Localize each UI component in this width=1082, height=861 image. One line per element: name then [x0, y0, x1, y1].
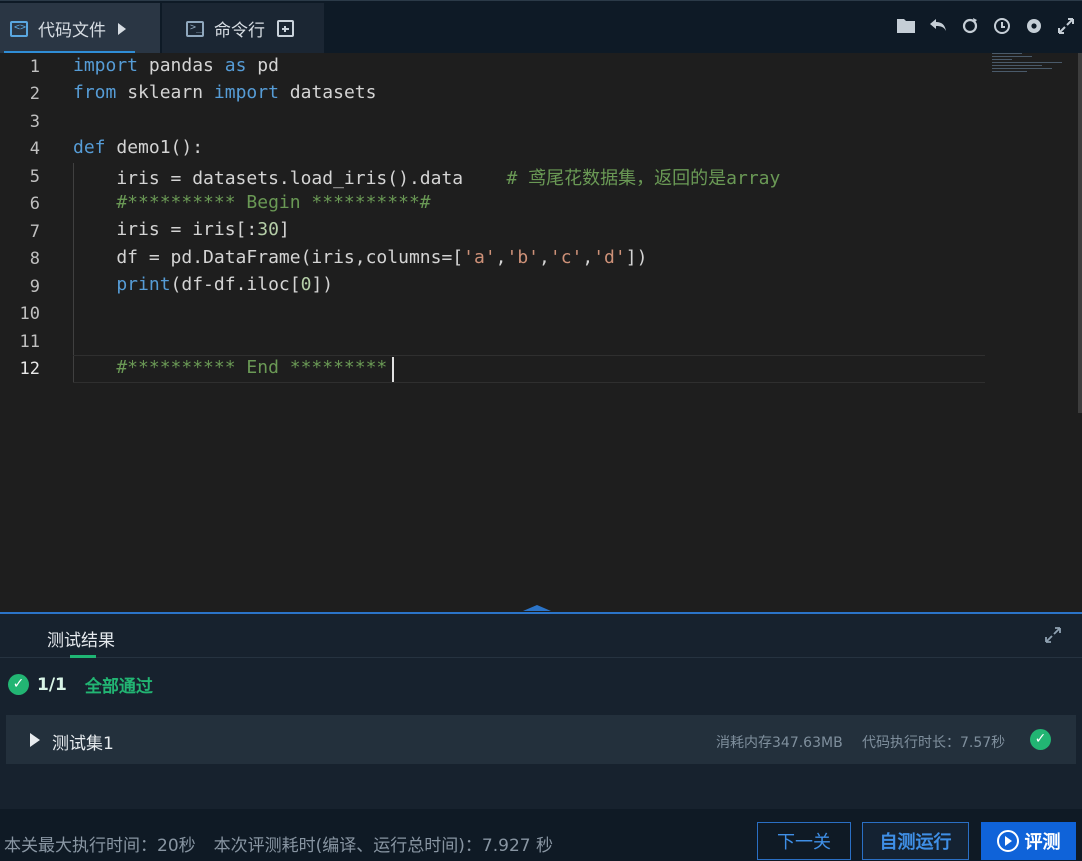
comment: #********** End ********* — [73, 357, 388, 378]
tab-command-line-label: 命令行 — [214, 21, 265, 41]
this-eval-time: 本次评测耗时(编译、运行总时间)：7.927 秒 — [213, 836, 553, 856]
code-text: sklearn — [116, 82, 214, 103]
line-number: 10 — [19, 304, 40, 324]
line-number: 11 — [19, 332, 40, 352]
code-text: pandas — [138, 55, 225, 76]
test-results-panel: 测试结果 ✓ 1/1 全部通过 测试集1 消耗内存347.63MB 代码执行时长… — [0, 614, 1082, 809]
results-tab-indicator — [70, 655, 96, 658]
code-line-9: print(df-df.iloc[0]) — [73, 274, 333, 295]
text-cursor — [392, 357, 394, 382]
new-terminal-icon[interactable] — [277, 20, 294, 37]
check-circle-icon: ✓ — [8, 674, 29, 695]
line-number-active: 12 — [19, 359, 40, 379]
self-test-run-button[interactable]: 自测运行 — [862, 822, 969, 860]
code-file-icon: <> — [10, 20, 28, 37]
line-number: 5 — [29, 167, 40, 187]
folder-icon[interactable] — [896, 13, 916, 37]
code-line-5: iris = datasets.load_iris().data # 鸢尾花数据… — [73, 164, 780, 190]
code-text: datasets — [278, 82, 377, 103]
line-number: 3 — [29, 112, 40, 132]
keyword: print — [73, 274, 171, 295]
code-text: iris = datasets.load_iris().data — [73, 168, 507, 189]
code-line-1: import pandas as pd — [73, 55, 279, 76]
results-header: 测试结果 — [0, 614, 1082, 658]
line-number: 2 — [29, 84, 40, 104]
code-text: ] — [278, 219, 290, 240]
history-icon[interactable] — [992, 13, 1012, 37]
expand-caret-icon[interactable] — [30, 733, 40, 747]
minimap[interactable] — [992, 53, 1077, 77]
string: 'c' — [549, 247, 583, 268]
line-number: 6 — [29, 194, 40, 214]
settings-icon[interactable] — [1024, 13, 1044, 37]
max-exec-time: 本关最大执行时间：20秒 — [4, 836, 196, 856]
comment: #********** Begin **********# — [73, 192, 431, 213]
code-line-2: from sklearn import datasets — [73, 82, 376, 103]
testset-name: 测试集1 — [52, 734, 114, 754]
comment: # 鸢尾花数据集，返回的是array — [506, 168, 781, 189]
code-text: ]) — [625, 247, 648, 268]
line-number: 1 — [29, 57, 40, 77]
string: 'a' — [463, 247, 496, 268]
evaluate-button[interactable]: 评测 — [981, 822, 1076, 860]
code-text: , — [539, 247, 550, 268]
tab-code-file[interactable]: <> 代码文件 — [0, 3, 160, 54]
pass-status: 全部通过 — [84, 677, 153, 697]
string: 'b' — [506, 247, 540, 268]
code-text: (df-df.iloc[ — [170, 274, 301, 295]
code-line-12: #********** End ********* — [73, 357, 387, 378]
self-test-label: 自测运行 — [879, 832, 952, 853]
expand-icon[interactable] — [1044, 626, 1062, 649]
line-number: 9 — [29, 277, 40, 297]
next-level-button[interactable]: 下一关 — [757, 822, 851, 860]
refresh-icon[interactable] — [960, 13, 980, 37]
vertical-scrollbar[interactable] — [1078, 53, 1082, 413]
code-line-6: #********** Begin **********# — [73, 192, 431, 213]
line-number: 8 — [29, 249, 40, 269]
pass-fraction: 1/1 — [37, 674, 67, 695]
code-text: , — [582, 247, 594, 268]
code-text: , — [495, 247, 507, 268]
keyword: def — [73, 137, 106, 158]
results-summary: ✓ 1/1 全部通过 — [8, 672, 153, 697]
editor-tabbar: <> 代码文件 >_ 命令行 — [0, 0, 1082, 54]
tab-code-file-label: 代码文件 — [38, 21, 106, 41]
code-text: df = pd.DataFrame(iris,columns=[ — [73, 247, 464, 268]
caret-right-icon — [118, 22, 126, 35]
number: 30 — [257, 219, 279, 240]
code-line-8: df = pd.DataFrame(iris,columns=['a','b',… — [73, 247, 647, 268]
timing-info: 本关最大执行时间：20秒 本次评测耗时(编译、运行总时间)：7.927 秒 — [4, 831, 553, 856]
execution-time: 代码执行时长：7.57秒 — [862, 735, 1006, 751]
number: 0 — [300, 274, 312, 295]
code-line-4: def demo1(): — [73, 137, 203, 158]
check-circle-icon: ✓ — [1030, 729, 1051, 750]
play-icon — [996, 830, 1019, 852]
keyword: as — [224, 55, 247, 76]
keyword: from — [73, 82, 117, 103]
next-level-label: 下一关 — [777, 832, 831, 853]
evaluate-label: 评测 — [1024, 832, 1061, 853]
code-text: ]) — [311, 274, 334, 295]
testset-row[interactable]: 测试集1 消耗内存347.63MB 代码执行时长：7.57秒 ✓ — [6, 715, 1076, 764]
editor-toolbar — [896, 13, 1076, 37]
code-text: iris = iris[: — [73, 219, 258, 240]
code-line-7: iris = iris[:30] — [73, 219, 290, 240]
tab-command-line[interactable]: >_ 命令行 — [162, 3, 324, 54]
code-text: demo1(): — [105, 137, 204, 158]
keyword: import — [73, 55, 139, 76]
fullscreen-icon[interactable] — [1056, 13, 1076, 37]
undo-icon[interactable] — [928, 13, 948, 37]
string: 'd' — [593, 247, 626, 268]
code-text: pd — [246, 55, 279, 76]
line-number: 4 — [29, 139, 40, 159]
code-editor[interactable]: 1 2 3 4 5 6 7 8 9 10 11 12 import pandas… — [0, 53, 1082, 612]
line-number: 7 — [29, 222, 40, 242]
results-title[interactable]: 测试结果 — [47, 626, 115, 651]
footer-bar: 本关最大执行时间：20秒 本次评测耗时(编译、运行总时间)：7.927 秒 下一关… — [0, 809, 1082, 861]
keyword: import — [213, 82, 279, 103]
terminal-icon: >_ — [186, 20, 204, 37]
memory-usage: 消耗内存347.63MB — [716, 735, 843, 751]
